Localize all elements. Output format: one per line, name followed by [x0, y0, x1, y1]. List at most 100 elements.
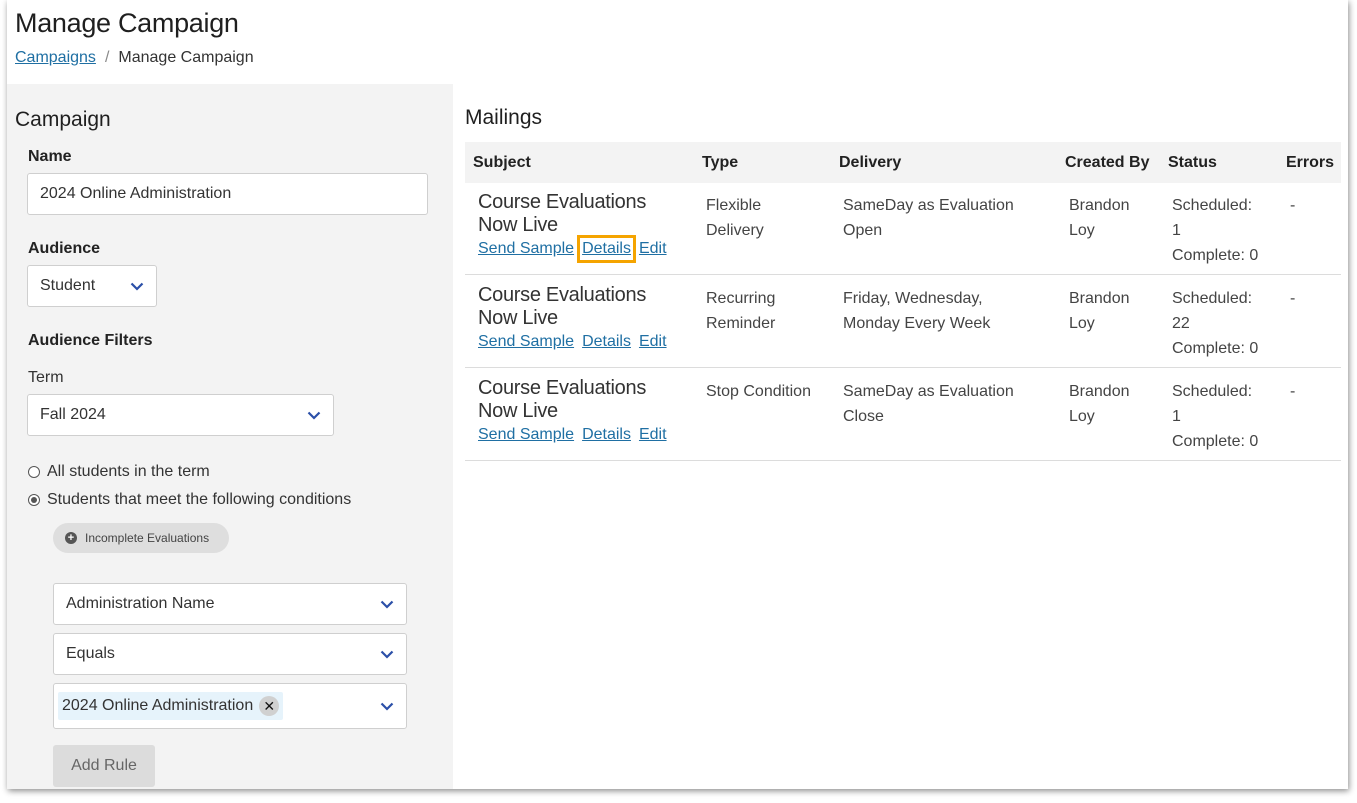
- chevron-down-icon: [307, 411, 321, 420]
- plus-circle-icon: +: [65, 532, 77, 544]
- remove-tag-icon[interactable]: ✕: [259, 696, 280, 716]
- column-header-errors: Errors: [1286, 154, 1335, 171]
- mailings-table-header: Subject Type Delivery Created By Status …: [465, 142, 1341, 183]
- mailing-status: Scheduled: 1 Complete: 0: [1172, 193, 1258, 268]
- audience-label: Audience: [28, 240, 101, 257]
- table-row: Course Evaluations Now Live Send Sample …: [465, 183, 1341, 275]
- radio-students-conditions[interactable]: Students that meet the following conditi…: [28, 491, 351, 509]
- edit-link[interactable]: Edit: [639, 426, 667, 444]
- rule-value-multiselect[interactable]: 2024 Online Administration ✕: [53, 683, 407, 729]
- breadcrumb-campaigns-link[interactable]: Campaigns: [15, 49, 96, 66]
- incomplete-evaluations-pill[interactable]: + Incomplete Evaluations: [53, 523, 229, 553]
- term-label: Term: [28, 369, 64, 386]
- chevron-down-icon: [380, 702, 394, 711]
- created-by-line: Brandon: [1069, 383, 1130, 400]
- delivery-line: SameDay as Evaluation: [843, 383, 1014, 400]
- breadcrumb-separator: /: [104, 49, 110, 66]
- subject-line: Now Live: [478, 307, 558, 329]
- row-actions: Send Sample Details Edit: [478, 235, 667, 263]
- manage-campaign-window: Manage Campaign Campaigns / Manage Campaig…: [7, 0, 1348, 789]
- tag-label: 2024 Online Administration: [62, 697, 254, 714]
- edit-link[interactable]: Edit: [639, 333, 667, 351]
- status-line: Scheduled:: [1172, 290, 1253, 307]
- name-label: Name: [28, 148, 72, 165]
- campaign-name-field[interactable]: 2024 Online Administration: [27, 173, 428, 215]
- created-by-line: Brandon: [1069, 197, 1130, 214]
- send-sample-link[interactable]: Send Sample: [478, 426, 574, 444]
- column-header-subject: Subject: [473, 154, 531, 171]
- delivery-line: Monday Every Week: [843, 315, 991, 332]
- rule-operator-select[interactable]: Equals: [53, 633, 407, 675]
- delivery-line: Open: [843, 222, 883, 239]
- pill-label: Incomplete Evaluations: [85, 531, 210, 545]
- mailing-subject: Course Evaluations Now Live: [478, 377, 646, 423]
- status-line: 22: [1172, 315, 1190, 332]
- mailing-errors: -: [1290, 383, 1296, 400]
- created-by-line: Loy: [1069, 222, 1095, 239]
- radio-button[interactable]: [28, 466, 40, 478]
- rule-field-value: Administration Name: [66, 595, 215, 612]
- created-by-line: Loy: [1069, 408, 1095, 425]
- subject-line: Now Live: [478, 400, 558, 422]
- details-link[interactable]: Details: [582, 426, 631, 444]
- campaign-name-value: 2024 Online Administration: [40, 185, 232, 202]
- status-line: Scheduled:: [1172, 383, 1253, 400]
- mailing-delivery: SameDay as Evaluation Close: [843, 379, 1014, 429]
- subject-line: Course Evaluations: [478, 284, 647, 306]
- radio-all-students[interactable]: All students in the term: [28, 463, 210, 481]
- row-actions: Send Sample Details Edit: [478, 426, 667, 444]
- radio-conditions-label: Students that meet the following conditi…: [47, 491, 352, 508]
- type-line: Recurring: [706, 290, 776, 307]
- details-link[interactable]: Details: [577, 235, 636, 263]
- mailing-type: Recurring Reminder: [706, 286, 775, 336]
- selected-value-tag: 2024 Online Administration ✕: [58, 692, 284, 720]
- type-line: Flexible: [706, 197, 762, 214]
- add-rule-button[interactable]: Add Rule: [53, 745, 155, 787]
- radio-all-students-label: All students in the term: [47, 463, 210, 480]
- type-line: Delivery: [706, 222, 764, 239]
- mailing-subject: Course Evaluations Now Live: [478, 284, 646, 330]
- audience-filters-label: Audience Filters: [28, 332, 153, 349]
- status-line: Complete: 0: [1172, 247, 1259, 264]
- delivery-line: Friday, Wednesday,: [843, 290, 983, 307]
- delivery-line: SameDay as Evaluation: [843, 197, 1014, 214]
- send-sample-link[interactable]: Send Sample: [478, 333, 574, 351]
- mailing-errors: -: [1290, 197, 1296, 214]
- details-link[interactable]: Details: [582, 333, 631, 351]
- column-header-delivery: Delivery: [839, 154, 902, 171]
- mailing-subject: Course Evaluations Now Live: [478, 191, 646, 237]
- chevron-down-icon: [380, 600, 394, 609]
- table-row: Course Evaluations Now Live Send Sample …: [465, 276, 1341, 368]
- audience-value: Student: [40, 277, 96, 294]
- status-line: 1: [1172, 408, 1181, 425]
- page-title: Manage Campaign: [15, 8, 239, 38]
- chevron-down-icon: [130, 282, 144, 291]
- send-sample-link[interactable]: Send Sample: [478, 240, 574, 258]
- status-line: 1: [1172, 222, 1181, 239]
- subject-line: Course Evaluations: [478, 191, 647, 213]
- type-line: Reminder: [706, 315, 776, 332]
- radio-button-selected[interactable]: [28, 494, 40, 506]
- status-line: Scheduled:: [1172, 197, 1253, 214]
- edit-link[interactable]: Edit: [639, 240, 667, 258]
- table-row: Course Evaluations Now Live Send Sample …: [465, 369, 1341, 461]
- mailing-created-by: Brandon Loy: [1069, 286, 1130, 336]
- breadcrumb: Campaigns / Manage Campaign: [15, 49, 254, 67]
- mailing-delivery: SameDay as Evaluation Open: [843, 193, 1014, 243]
- rule-field-select[interactable]: Administration Name: [53, 583, 407, 625]
- delivery-line: Close: [843, 408, 884, 425]
- campaign-section-title: Campaign: [15, 108, 111, 131]
- term-select[interactable]: Fall 2024: [27, 394, 334, 436]
- mailing-delivery: Friday, Wednesday, Monday Every Week: [843, 286, 990, 336]
- mailing-type: Flexible Delivery: [706, 193, 764, 243]
- audience-select[interactable]: Student: [27, 265, 157, 307]
- mailing-errors: -: [1290, 290, 1296, 307]
- term-value: Fall 2024: [40, 406, 106, 423]
- created-by-line: Loy: [1069, 315, 1095, 332]
- breadcrumb-current: Manage Campaign: [118, 49, 254, 66]
- created-by-line: Brandon: [1069, 290, 1130, 307]
- row-actions: Send Sample Details Edit: [478, 333, 667, 351]
- mailing-type: Stop Condition: [706, 379, 811, 404]
- mailings-title: Mailings: [465, 106, 543, 129]
- column-header-status: Status: [1168, 154, 1217, 171]
